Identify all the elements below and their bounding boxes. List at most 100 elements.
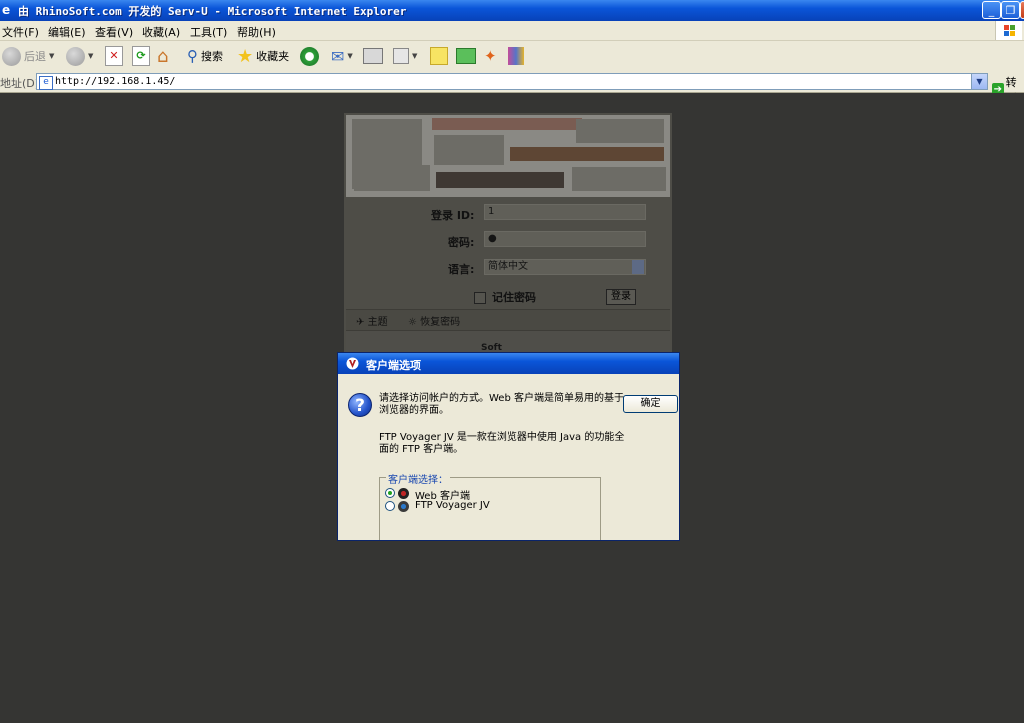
close-button[interactable] <box>1020 1 1024 19</box>
magic-icon: ✦ <box>484 47 497 65</box>
theme-link[interactable]: ✈ 主题 <box>356 313 388 328</box>
research-button[interactable] <box>508 45 524 67</box>
chevron-down-icon <box>632 260 644 274</box>
home-button[interactable]: ⌂ <box>157 45 168 67</box>
menu-edit[interactable]: 编辑(E) <box>48 24 86 40</box>
ie-app-icon: e <box>2 3 11 17</box>
question-icon: ? <box>348 393 372 417</box>
maximize-button[interactable]: ❐ <box>1001 1 1020 19</box>
ftp-voyager-label[interactable]: FTP Voyager JV <box>415 500 490 511</box>
edit-page-icon <box>393 48 409 64</box>
ftp-voyager-radio[interactable] <box>385 501 395 511</box>
search-icon: ⚲ <box>187 47 198 65</box>
window-title-bar[interactable]: e 由 RhinoSoft.com 开发的 Serv-U - Microsoft… <box>0 0 1024 21</box>
menu-favorites[interactable]: 收藏(A) <box>142 24 180 40</box>
dialog-message-1: 请选择访问帐户的方式。Web 客户端是简单易用的基于 浏览器的界面。 <box>379 393 624 417</box>
web-client-radio[interactable] <box>385 488 395 498</box>
language-select[interactable]: 简体中文 <box>484 259 646 275</box>
dialog-title-bar[interactable]: 客户端选项 <box>338 353 679 374</box>
banner-photo <box>436 172 564 188</box>
chevron-down-icon: ▼ <box>49 52 55 60</box>
search-label: 搜索 <box>201 50 223 63</box>
client-choice-group: 客户端选择： Web 客户端 FTP Voyager JV <box>379 471 601 540</box>
address-label: 地址(D) <box>0 77 40 90</box>
panel-nav: ✈ 主题 ☼ 恢复密码 <box>346 309 670 331</box>
window-title: 由 RhinoSoft.com 开发的 Serv-U - Microsoft I… <box>18 5 407 18</box>
print-button[interactable] <box>363 45 383 67</box>
address-input[interactable]: e http://192.168.1.45/ ▼ <box>36 73 988 90</box>
back-button[interactable]: 后退 ▼ <box>2 45 54 67</box>
menu-help[interactable]: 帮助(H) <box>237 24 276 40</box>
login-id-field[interactable]: 1 <box>484 204 646 220</box>
web-client-icon <box>398 488 409 499</box>
mail-button[interactable]: ✉ ▼ <box>331 45 353 67</box>
messenger-button[interactable] <box>456 45 476 67</box>
dialog-title: 客户端选项 <box>366 359 421 372</box>
login-id-label: 登录 ID: <box>431 209 475 222</box>
edit-button[interactable]: ▼ <box>393 45 417 67</box>
chevron-down-icon[interactable]: ▼ <box>971 74 987 89</box>
message-line: 浏览器的界面。 <box>379 405 449 416</box>
refresh-button[interactable]: ⟳ <box>132 45 150 67</box>
back-arrow-icon <box>2 46 21 66</box>
forward-arrow-icon <box>66 46 85 66</box>
address-bar: 地址(D) e http://192.168.1.45/ ▼ ➔ 转到 <box>0 72 1024 105</box>
history-icon <box>300 46 319 66</box>
theme-label: 主题 <box>367 317 388 328</box>
message-line: FTP Voyager JV 是一款在浏览器中使用 Java 的功能全 <box>379 432 625 443</box>
favorites-label: 收藏夹 <box>256 50 290 63</box>
login-panel: 登录 ID: 1 密码: ● 语言: 简体中文 记住密码 登录 ✈ 主题 ☼ 恢… <box>344 113 672 373</box>
group-label: 客户端选择： <box>386 471 450 486</box>
serv-u-icon <box>346 357 359 370</box>
language-value: 简体中文 <box>488 261 528 272</box>
message-line: 请选择访问帐户的方式。Web 客户端是简单易用的基于 <box>379 393 624 404</box>
menu-tools[interactable]: 工具(T) <box>190 24 227 40</box>
forward-button[interactable]: ▼ <box>66 45 93 67</box>
history-button[interactable] <box>300 45 319 67</box>
recover-label: 恢复密码 <box>420 317 461 328</box>
dialog-message-2: FTP Voyager JV 是一款在浏览器中使用 Java 的功能全 面的 F… <box>379 432 624 456</box>
refresh-icon: ⟳ <box>132 46 150 66</box>
key-icon: ☼ <box>408 317 417 328</box>
picture-icon <box>456 48 476 64</box>
notes-button[interactable] <box>430 45 448 67</box>
search-button[interactable]: ⚲ 搜索 <box>187 45 223 67</box>
chevron-down-icon: ▼ <box>412 52 418 60</box>
note-icon <box>430 47 448 65</box>
page-icon: e <box>39 76 53 90</box>
chevron-down-icon: ▼ <box>88 52 94 60</box>
menu-bar: 文件(F) 编辑(E) 查看(V) 收藏(A) 工具(T) 帮助(H) <box>0 21 1024 41</box>
windows-logo-icon <box>995 21 1022 40</box>
message-line: 面的 FTP 客户端。 <box>379 444 464 455</box>
mail-icon: ✉ <box>331 46 345 66</box>
back-label: 后退 <box>24 50 46 63</box>
printer-icon <box>363 48 383 64</box>
password-field[interactable]: ● <box>484 231 646 247</box>
books-icon <box>508 47 524 65</box>
remember-checkbox[interactable] <box>474 292 486 304</box>
recover-password-link[interactable]: ☼ 恢复密码 <box>408 313 460 328</box>
menu-file[interactable]: 文件(F) <box>2 24 39 40</box>
banner-photo <box>510 147 664 161</box>
star-icon: ★ <box>237 45 254 67</box>
chevron-down-icon: ▼ <box>347 52 353 60</box>
remember-label: 记住密码 <box>492 291 536 304</box>
language-label: 语言: <box>448 263 475 276</box>
ok-button[interactable]: 确定 <box>623 395 678 413</box>
address-url: http://192.168.1.45/ <box>55 76 176 87</box>
banner-image <box>346 115 670 197</box>
stop-button[interactable]: ✕ <box>105 45 123 67</box>
menu-view[interactable]: 查看(V) <box>95 24 133 40</box>
minimize-button[interactable]: _ <box>982 1 1001 19</box>
toolbar: 后退 ▼ ▼ ✕ ⟳ ⌂ ⚲ 搜索 ★ 收藏夹 ✉ ▼ ▼ ✦ <box>0 41 1024 73</box>
client-options-dialog: 客户端选项 ? 请选择访问帐户的方式。Web 客户端是简单易用的基于 浏览器的界… <box>337 352 680 541</box>
tool-button[interactable]: ✦ <box>484 45 497 67</box>
favorites-button[interactable]: ★ 收藏夹 <box>237 45 289 67</box>
banner-title <box>432 118 582 130</box>
stop-icon: ✕ <box>105 46 123 66</box>
password-label: 密码: <box>448 236 475 249</box>
ftp-voyager-icon <box>398 501 409 512</box>
home-icon: ⌂ <box>157 45 169 67</box>
login-button[interactable]: 登录 <box>606 289 636 305</box>
theme-icon: ✈ <box>356 317 365 328</box>
